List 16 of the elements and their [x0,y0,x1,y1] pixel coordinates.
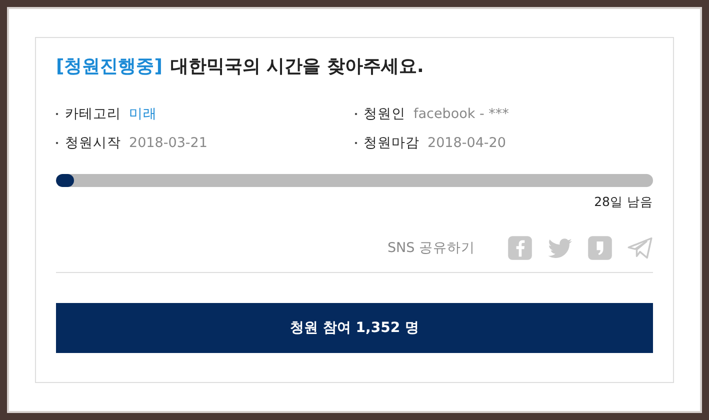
meta-label: 청원시작 [65,134,121,153]
petition-title: 대한믹국의 시간을 찾아주세요. [170,56,424,78]
status-label: [청원진행중] [56,56,162,78]
days-remaining: 28일 남음 [594,194,653,209]
meta-label: 청원마감 [364,134,420,153]
meta-value: 2018-04-20 [428,134,506,153]
story-icon[interactable] [587,234,613,261]
meta-label: 카테고리 [65,104,121,124]
join-petition-button[interactable]: 청원 참여 1,352 명 [56,303,653,354]
category-link[interactable]: 미래 [129,104,157,124]
paper-plane-icon[interactable] [627,234,653,261]
meta-value: facebook - *** [414,104,509,124]
meta-label: 청원인 [364,104,406,124]
meta-value: 2018-03-21 [129,134,208,153]
facebook-icon[interactable] [507,234,533,261]
share-label: SNS 공유하기 [387,238,475,258]
